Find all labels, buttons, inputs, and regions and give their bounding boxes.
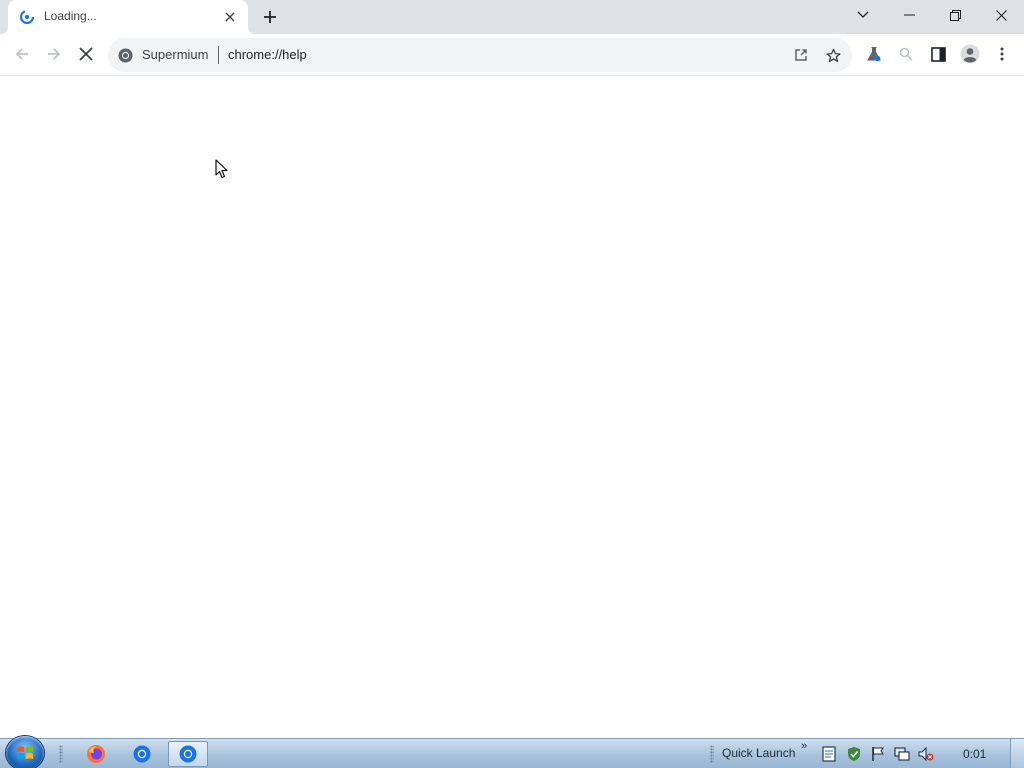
stop-loading-icon bbox=[79, 47, 93, 61]
minimize-button[interactable] bbox=[886, 0, 932, 30]
tray-network[interactable] bbox=[894, 746, 910, 762]
quick-launch-chevron[interactable]: » bbox=[801, 740, 807, 752]
page-content[interactable] bbox=[0, 77, 1024, 738]
share-icon bbox=[795, 49, 807, 61]
chrome-icon bbox=[179, 745, 197, 763]
tray-security[interactable] bbox=[846, 746, 862, 762]
chrome-icon bbox=[133, 745, 151, 763]
browser-toolbar: Supermium chrome://help bbox=[0, 34, 1024, 76]
profile-icon bbox=[960, 44, 980, 64]
window-close-button[interactable] bbox=[978, 0, 1024, 30]
tray-volume[interactable] bbox=[918, 746, 934, 762]
tab-search-button[interactable] bbox=[840, 0, 886, 30]
windows-orb-icon bbox=[17, 746, 33, 759]
bookmark-star-icon bbox=[825, 48, 841, 62]
minimize-icon bbox=[903, 14, 915, 16]
tray-notepad[interactable] bbox=[821, 746, 837, 762]
close-icon bbox=[995, 9, 1007, 21]
plus-icon bbox=[264, 11, 276, 23]
tray-action-center[interactable] bbox=[870, 746, 886, 762]
new-tab-button[interactable] bbox=[258, 6, 282, 28]
search-icon bbox=[899, 47, 913, 61]
labs-button[interactable] bbox=[859, 39, 889, 69]
volume-muted-icon bbox=[918, 746, 934, 762]
taskbar-grip[interactable] bbox=[59, 745, 63, 763]
taskbar-clock[interactable]: 0:01 bbox=[963, 747, 986, 761]
arrow-left-icon bbox=[15, 48, 28, 60]
notepad-icon bbox=[822, 746, 836, 762]
url-text[interactable]: chrome://help bbox=[228, 47, 307, 62]
side-panel-button[interactable] bbox=[923, 39, 953, 69]
menu-kebab-icon bbox=[1000, 47, 1004, 61]
side-panel-icon bbox=[930, 46, 946, 62]
firefox-icon bbox=[87, 745, 105, 763]
menu-button[interactable] bbox=[987, 39, 1017, 69]
forward-button[interactable] bbox=[39, 39, 69, 69]
taskbar: Quick Launch » 0:01 bbox=[0, 736, 1024, 768]
tab-active[interactable]: Loading... bbox=[0, 0, 256, 34]
taskbar-app-supermium-active[interactable] bbox=[168, 741, 208, 767]
network-icon bbox=[894, 747, 910, 761]
site-chip[interactable]: Supermium bbox=[142, 47, 208, 62]
taskbar-app-firefox[interactable] bbox=[76, 741, 116, 767]
arrow-right-icon bbox=[48, 48, 61, 60]
chromium-logo-icon bbox=[118, 48, 133, 63]
restore-icon bbox=[949, 9, 961, 21]
close-icon bbox=[225, 12, 235, 22]
chromium-loading-icon bbox=[20, 10, 34, 24]
profile-button[interactable] bbox=[955, 39, 985, 69]
restore-button[interactable] bbox=[932, 0, 978, 30]
tab-close-button[interactable] bbox=[222, 9, 238, 25]
tab-strip: Loading... bbox=[0, 0, 1024, 34]
bookmark-button[interactable] bbox=[821, 43, 845, 67]
screen: Loading... Supermium chrome://help Quick… bbox=[0, 0, 1024, 768]
share-button[interactable] bbox=[789, 43, 813, 67]
taskbar-app-chrome[interactable] bbox=[122, 741, 162, 767]
security-shield-icon bbox=[848, 747, 860, 761]
start-button[interactable] bbox=[6, 736, 44, 768]
back-button[interactable] bbox=[7, 39, 37, 69]
search-button[interactable] bbox=[891, 39, 921, 69]
chevron-down-icon bbox=[857, 11, 869, 18]
labs-flask-icon bbox=[867, 47, 881, 62]
quick-launch-grip[interactable] bbox=[710, 745, 714, 763]
stop-loading-button[interactable] bbox=[71, 39, 101, 69]
mouse-cursor-icon bbox=[215, 159, 228, 179]
show-desktop-button[interactable] bbox=[1010, 739, 1024, 768]
omnibox-divider bbox=[218, 46, 219, 64]
action-center-flag-icon bbox=[872, 747, 884, 761]
address-bar[interactable]: Supermium chrome://help bbox=[108, 38, 852, 72]
tab-title: Loading... bbox=[44, 9, 97, 23]
quick-launch-label[interactable]: Quick Launch bbox=[722, 746, 795, 760]
